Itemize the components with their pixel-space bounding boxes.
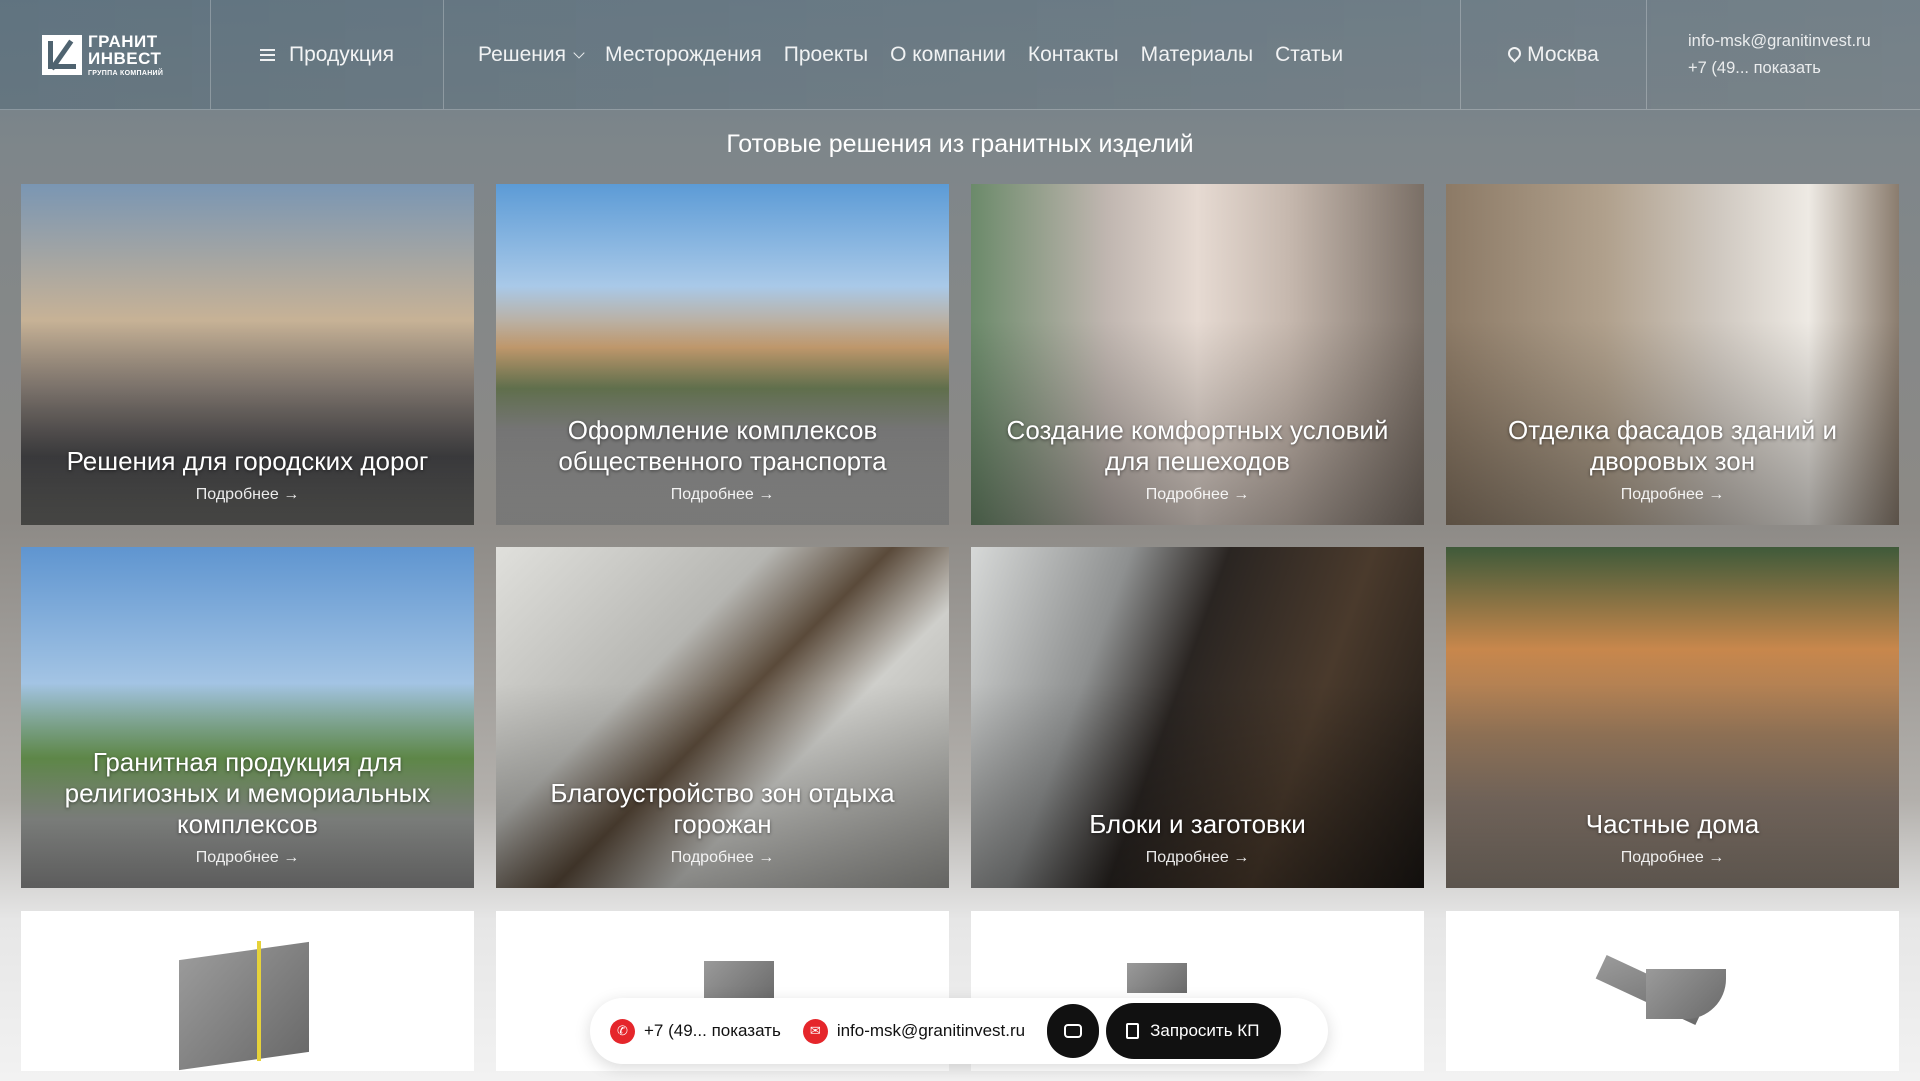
solution-card[interactable]: Создание комфортных условий для пешеходо… bbox=[971, 184, 1424, 525]
product-card[interactable] bbox=[1446, 911, 1899, 1071]
solution-card[interactable]: Частные дома Подробнее → bbox=[1446, 547, 1899, 888]
chevron-down-icon bbox=[573, 46, 585, 59]
card-more-link[interactable]: Подробнее → bbox=[985, 849, 1410, 867]
floating-email-link[interactable]: info-msk@granitinvest.ru bbox=[837, 1021, 1025, 1041]
card-more-link[interactable]: Подробнее → bbox=[35, 849, 460, 867]
chat-button[interactable] bbox=[1047, 1004, 1100, 1058]
logo-mark-icon bbox=[42, 34, 82, 75]
card-title: Оформление комплексов общественного тран… bbox=[558, 415, 887, 476]
nav-item-deposits[interactable]: Месторождения bbox=[605, 43, 762, 67]
nav-item-materials[interactable]: Материалы bbox=[1141, 43, 1253, 67]
city-label: Москва bbox=[1527, 42, 1599, 66]
card-more-link[interactable]: Подробнее → bbox=[1460, 486, 1885, 504]
card-more-link[interactable]: Подробнее → bbox=[510, 486, 935, 504]
curved-curb-image-2 bbox=[1646, 969, 1726, 1019]
solution-card[interactable]: Отделка фасадов зданий и дворовых зон Под… bbox=[1446, 184, 1899, 525]
granite-block-image bbox=[179, 941, 309, 1071]
logo[interactable]: ГРАНИТ ИНВЕСТ ГРУППА КОМПАНИЙ bbox=[0, 0, 211, 109]
card-title: Создание комфортных условий для пешеходо… bbox=[1006, 415, 1389, 476]
products-label: Продукция bbox=[288, 42, 395, 66]
location-pin-icon bbox=[1505, 44, 1524, 63]
nav-item-contacts[interactable]: Контакты bbox=[1028, 43, 1119, 67]
header-contacts: info-msk@granitinvest.ru +7 (49... показ… bbox=[1647, 0, 1871, 109]
floating-contact-bar: ✆ +7 (49... показать ✉ info-msk@granitin… bbox=[590, 998, 1328, 1064]
main-nav: Решения Месторождения Проекты О компании… bbox=[444, 0, 1461, 109]
curb-stone-image bbox=[704, 961, 774, 1001]
chat-icon bbox=[1064, 1024, 1083, 1038]
card-more-link[interactable]: Подробнее → bbox=[1460, 849, 1885, 867]
document-icon bbox=[1126, 1023, 1140, 1039]
solution-card[interactable]: Оформление комплексов общественного тран… bbox=[496, 184, 949, 525]
product-card[interactable] bbox=[21, 911, 474, 1071]
header-email-link[interactable]: info-msk@granitinvest.ru bbox=[1688, 32, 1871, 51]
card-more-link[interactable]: Подробнее → bbox=[985, 486, 1410, 504]
solution-card[interactable]: Решения для городских дорог Подробнее → bbox=[21, 184, 474, 525]
mail-icon: ✉ bbox=[802, 1018, 828, 1044]
site-header: ГРАНИТ ИНВЕСТ ГРУППА КОМПАНИЙ Продукция … bbox=[0, 0, 1920, 110]
nav-item-projects[interactable]: Проекты bbox=[784, 43, 868, 67]
card-title: Отделка фасадов зданий и дворовых зон bbox=[1508, 415, 1837, 476]
card-title: Благоустройство зон отдыха горожан bbox=[550, 778, 895, 839]
nav-label: Решения bbox=[478, 42, 566, 66]
request-quote-button[interactable]: Запросить КП bbox=[1106, 1003, 1282, 1059]
card-more-link[interactable]: Подробнее → bbox=[35, 486, 460, 504]
logo-line-2: ИНВЕСТ bbox=[88, 48, 162, 68]
phone-icon: ✆ bbox=[610, 1018, 635, 1044]
logo-line-3: ГРУППА КОМПАНИЙ bbox=[88, 69, 164, 77]
card-title: Решения для городских дорог bbox=[66, 446, 429, 476]
nav-item-solutions[interactable]: Решения bbox=[478, 42, 585, 67]
header-phone-link[interactable]: +7 (49... показать bbox=[1688, 59, 1821, 78]
products-menu-button[interactable]: Продукция bbox=[211, 0, 444, 109]
nav-item-about[interactable]: О компании bbox=[890, 43, 1006, 67]
nav-item-articles[interactable]: Статьи bbox=[1275, 43, 1343, 67]
solution-card[interactable]: Гранитная продукция для религиозных и ме… bbox=[21, 547, 474, 888]
card-title: Гранитная продукция для религиозных и ме… bbox=[64, 747, 431, 839]
menu-icon bbox=[259, 46, 275, 64]
solution-card[interactable]: Блоки и заготовки Подробнее → bbox=[971, 547, 1424, 888]
card-more-link[interactable]: Подробнее → bbox=[510, 849, 935, 867]
floating-phone-link[interactable]: +7 (49... показать bbox=[644, 1021, 781, 1041]
card-title: Частные дома bbox=[1585, 809, 1760, 839]
section-title: Готовые решения из гранитных изделий bbox=[726, 130, 1194, 158]
request-quote-label: Запросить КП bbox=[1150, 1021, 1260, 1040]
city-selector[interactable]: Москва bbox=[1461, 0, 1647, 109]
card-title: Блоки и заготовки bbox=[1089, 809, 1306, 839]
logo-line-1: ГРАНИТ bbox=[88, 31, 158, 51]
paving-stone-image bbox=[1127, 963, 1187, 993]
strap-icon bbox=[257, 941, 261, 1061]
solution-card[interactable]: Благоустройство зон отдыха горожан Подроб… bbox=[496, 547, 949, 888]
